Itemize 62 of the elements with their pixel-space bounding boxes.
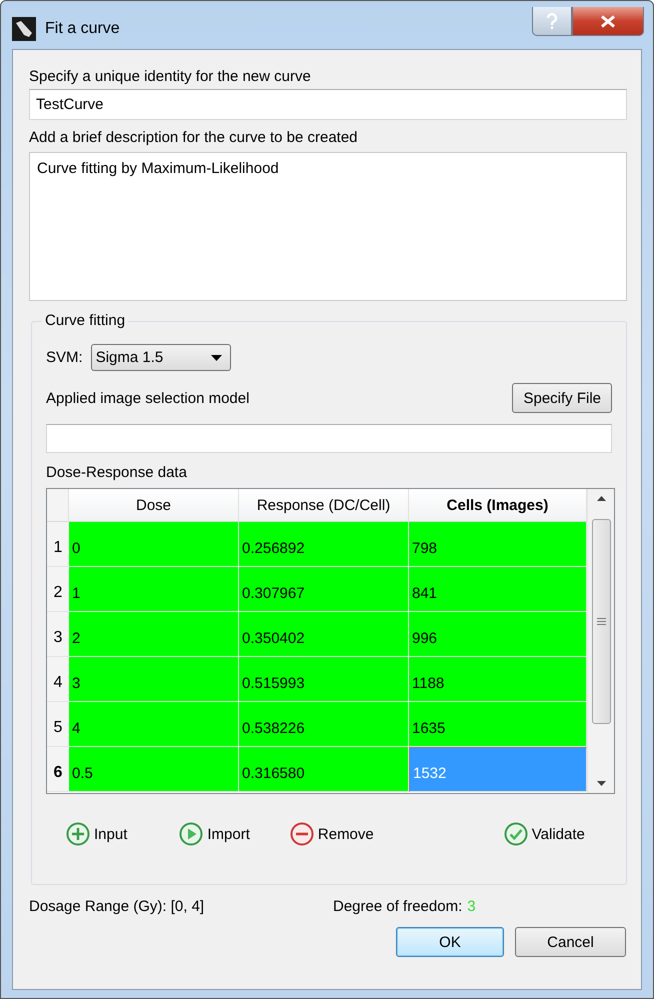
scroll-up-icon[interactable] <box>596 495 606 502</box>
row-header[interactable]: 5 <box>47 702 69 747</box>
row-header[interactable]: 6 <box>47 747 69 792</box>
table-cell[interactable]: 0.307967 <box>239 567 409 612</box>
field-label: SVM: <box>46 349 83 366</box>
scroll-thumb[interactable] <box>592 519 611 724</box>
table-cell[interactable]: 3 <box>69 657 239 702</box>
table-cell[interactable]: 1 <box>69 567 239 612</box>
degree-of-freedom-label: Degree of freedom: <box>333 897 462 917</box>
dosage-range-text: Dosage Range (Gy): [0, 4] <box>29 897 206 917</box>
group-title: Curve fitting <box>42 311 128 331</box>
grip-icon <box>597 618 606 625</box>
column-header[interactable]: Dose <box>69 489 239 522</box>
table-cell[interactable]: 0.515993 <box>239 657 409 702</box>
play-circle-icon <box>179 822 204 846</box>
table-cell[interactable]: 1188 <box>409 657 587 702</box>
field-label: Specify a unique identity for the new curve <box>29 67 312 87</box>
field-label: Applied image selection model <box>46 390 250 406</box>
close-button[interactable] <box>572 7 644 36</box>
table-cell[interactable]: 1635 <box>409 702 587 747</box>
row-header[interactable]: 3 <box>47 612 69 657</box>
column-header[interactable]: Cells (Images) <box>409 489 587 522</box>
caret-icon <box>210 354 222 360</box>
app-icon <box>12 17 36 41</box>
remove-action-button[interactable]: Remove <box>290 822 374 846</box>
window-title: Fit a curve <box>45 19 120 39</box>
table-cell[interactable]: 0.350402 <box>239 612 409 657</box>
table-cell[interactable]: 0.316580 <box>239 747 409 792</box>
svm-dropdown[interactable]: Sigma 1.5 <box>90 344 231 371</box>
import-action-button[interactable]: Import <box>179 822 250 846</box>
column-header[interactable]: Response (DC/Cell) <box>239 489 409 522</box>
table-cell[interactable]: 0.256892 <box>239 522 409 567</box>
identity-field[interactable]: TestCurve <box>29 89 627 120</box>
table-cell[interactable]: 0 <box>69 522 239 567</box>
help-button[interactable] <box>532 7 572 36</box>
row-header[interactable]: 2 <box>47 567 69 612</box>
table-cell[interactable]: 798 <box>409 522 587 567</box>
specify-file-button[interactable]: Specify File <box>512 383 612 413</box>
table-cell[interactable]: 0.538226 <box>239 702 409 747</box>
scroll-down-icon[interactable] <box>596 780 606 787</box>
field-label: Add a brief description for the curve to be created <box>29 128 359 148</box>
dialog-button[interactable]: Cancel <box>515 927 626 957</box>
row-header[interactable]: 1 <box>47 522 69 567</box>
plus-circle-icon <box>66 822 90 846</box>
validate-action-button[interactable]: Validate <box>504 822 585 846</box>
row-header[interactable]: 4 <box>47 657 69 702</box>
table-cell[interactable]: 4 <box>69 702 239 747</box>
scrollbar[interactable] <box>587 489 614 793</box>
degree-of-freedom-value: 3 <box>467 897 476 917</box>
model-file-field[interactable] <box>46 424 612 453</box>
table-label: Dose-Response data <box>46 463 188 483</box>
add-action-button[interactable]: Input <box>66 822 128 846</box>
table-cell[interactable]: 2 <box>69 612 239 657</box>
dialog-button[interactable]: OK <box>396 927 504 957</box>
check-circle-icon <box>504 822 528 846</box>
close-icon <box>600 14 616 28</box>
table-cell[interactable]: 0.5 <box>69 747 239 792</box>
table-cell[interactable]: 841 <box>409 567 587 612</box>
help-icon <box>546 12 558 30</box>
minus-circle-icon <box>290 822 314 846</box>
description-field[interactable]: Curve fitting by Maximum-Likelihood <box>29 152 627 301</box>
table-cell[interactable]: 996 <box>409 612 587 657</box>
